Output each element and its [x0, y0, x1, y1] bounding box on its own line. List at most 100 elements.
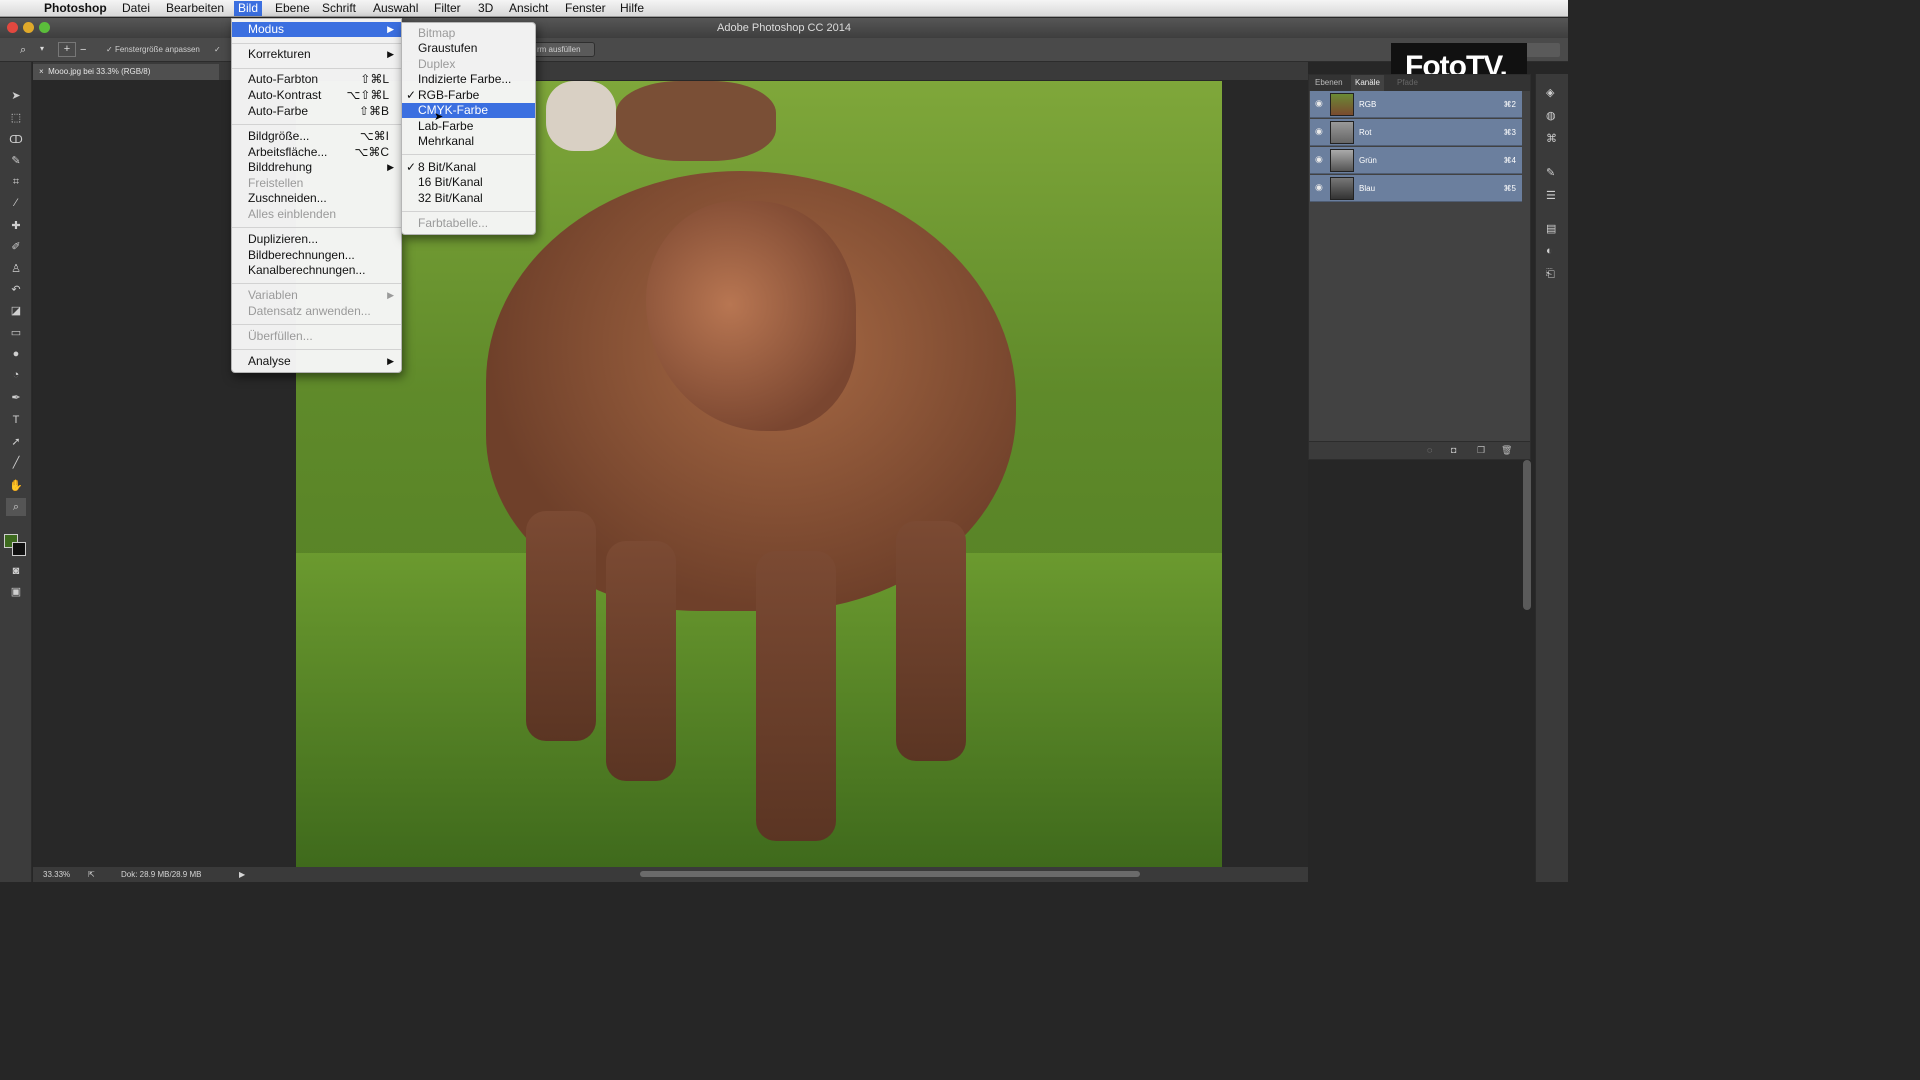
- dodge-tool-icon[interactable]: ◔: [6, 366, 26, 384]
- menu-3d[interactable]: 3D: [474, 1, 497, 16]
- panel-scrollbar[interactable]: [1523, 460, 1531, 610]
- menu-item-mehrkanal[interactable]: Mehrkanal: [402, 134, 535, 149]
- menu-auswahl[interactable]: Auswahl: [369, 1, 422, 16]
- tab-ebenen[interactable]: Ebenen: [1315, 78, 1343, 87]
- menu-hilfe[interactable]: Hilfe: [616, 1, 648, 16]
- menu-item-32-bit[interactable]: 32 Bit/Kanal: [402, 191, 535, 206]
- minimize-window-icon[interactable]: [23, 22, 34, 33]
- gradient-tool-icon[interactable]: ▭: [6, 324, 26, 342]
- crop-tool-icon[interactable]: ⌗: [6, 173, 26, 191]
- zoom-window-icon[interactable]: [39, 22, 50, 33]
- channels-icon[interactable]: ◍: [1546, 109, 1560, 123]
- layers-icon[interactable]: ◈: [1546, 86, 1560, 100]
- delete-channel-icon[interactable]: 🗑: [1501, 445, 1512, 456]
- load-selection-icon[interactable]: ◌: [1427, 445, 1432, 455]
- channel-row-rot[interactable]: ◉ Rot ⌘3: [1310, 119, 1522, 146]
- zoom-out-icon[interactable]: −: [80, 44, 86, 56]
- canvas-area[interactable]: [33, 80, 1308, 867]
- menu-item-duplizieren[interactable]: Duplizieren...: [232, 232, 401, 247]
- tool-preset-chevron-icon[interactable]: ▾: [40, 44, 44, 53]
- marquee-tool-icon[interactable]: ⬚: [6, 109, 26, 127]
- menu-item-analyse[interactable]: Analyse ▶: [232, 354, 401, 369]
- lasso-tool-icon[interactable]: ↀ: [6, 131, 26, 149]
- menu-item-cmyk-farbe[interactable]: CMYK-Farbe: [402, 103, 535, 118]
- channel-row-blau[interactable]: ◉ Blau ⌘5: [1310, 175, 1522, 202]
- quick-mask-icon[interactable]: ◙: [6, 562, 26, 580]
- fit-window-checkbox[interactable]: ✓ Fenstergröße anpassen: [106, 45, 200, 54]
- zoom-in-icon[interactable]: +: [58, 42, 76, 57]
- document-tab[interactable]: × Mooo.jpg bei 33.3% (RGB/8): [33, 64, 219, 80]
- channel-name: Rot: [1359, 128, 1372, 137]
- horizontal-scrollbar[interactable]: [640, 871, 1140, 877]
- menu-item-8-bit[interactable]: ✓ 8 Bit/Kanal: [402, 160, 535, 175]
- apple-icon[interactable]: [14, 1, 22, 16]
- zoom-tool-active-icon[interactable]: ⌕: [6, 498, 26, 516]
- menu-datei[interactable]: Datei: [118, 1, 154, 16]
- menu-item-bilddrehung[interactable]: Bilddrehung ▶: [232, 160, 401, 175]
- eyedropper-tool-icon[interactable]: ⁄: [6, 194, 26, 212]
- background-color-swatch[interactable]: [12, 542, 26, 556]
- save-selection-icon[interactable]: ◘: [1451, 445, 1456, 455]
- menu-item-arbeitsflaeche[interactable]: Arbeitsfläche... ⌥⌘C: [232, 145, 401, 160]
- eraser-tool-icon[interactable]: ◪: [6, 302, 26, 320]
- visibility-eye-icon[interactable]: ◉: [1315, 98, 1323, 109]
- quick-selection-tool-icon[interactable]: ✎: [6, 152, 26, 170]
- brush-tool-icon[interactable]: ✐: [6, 238, 26, 256]
- channel-row-rgb[interactable]: ◉ RGB ⌘2: [1310, 91, 1522, 118]
- menu-bearbeiten[interactable]: Bearbeiten: [162, 1, 228, 16]
- visibility-eye-icon[interactable]: ◉: [1315, 182, 1323, 193]
- clone-stamp-tool-icon[interactable]: ♙: [6, 260, 26, 278]
- status-menu-arrow-icon[interactable]: ▶: [239, 867, 245, 882]
- tab-kanaele[interactable]: Kanäle: [1351, 75, 1384, 91]
- properties-icon[interactable]: ▤: [1546, 222, 1560, 236]
- zoom-level[interactable]: 33.33%: [43, 867, 70, 882]
- menu-item-kanalberechnungen[interactable]: Kanalberechnungen...: [232, 263, 401, 278]
- healing-brush-tool-icon[interactable]: ✚: [6, 217, 26, 235]
- blur-tool-icon[interactable]: ●: [6, 345, 26, 363]
- menu-schrift[interactable]: Schrift: [318, 1, 360, 16]
- tab-pfade[interactable]: Pfade: [1397, 78, 1418, 87]
- menu-item-korrekturen[interactable]: Korrekturen ▶: [232, 47, 401, 62]
- menu-item-bildberechnungen[interactable]: Bildberechnungen...: [232, 248, 401, 263]
- adjustments-icon[interactable]: ☰: [1546, 189, 1560, 203]
- history-icon[interactable]: ⎗: [1546, 268, 1560, 282]
- close-window-icon[interactable]: [7, 22, 18, 33]
- history-brush-tool-icon[interactable]: ↶: [6, 281, 26, 299]
- close-tab-icon[interactable]: ×: [39, 67, 44, 76]
- color-icon[interactable]: ◐: [1546, 245, 1560, 259]
- zoom-tool-icon[interactable]: ⌕: [20, 44, 26, 57]
- screen-mode-icon[interactable]: ▣: [6, 583, 26, 601]
- move-tool-icon[interactable]: ➤: [6, 87, 26, 105]
- share-icon[interactable]: ⇱: [88, 867, 95, 882]
- menu-item-auto-kontrast[interactable]: Auto-Kontrast ⌥⇧⌘L: [232, 88, 401, 103]
- channel-row-gruen[interactable]: ◉ Grün ⌘4: [1310, 147, 1522, 174]
- menu-item-lab-farbe[interactable]: Lab-Farbe: [402, 119, 535, 134]
- type-tool-icon[interactable]: T: [6, 411, 26, 429]
- menu-item-modus[interactable]: Modus ▶: [232, 22, 401, 37]
- menu-item-16-bit[interactable]: 16 Bit/Kanal: [402, 175, 535, 190]
- fill-screen-button[interactable]: rm ausfüllen: [531, 42, 595, 57]
- hand-tool-icon[interactable]: ✋: [6, 477, 26, 495]
- brush-settings-icon[interactable]: ✎: [1546, 166, 1560, 180]
- new-channel-icon[interactable]: ❐: [1477, 445, 1485, 456]
- menu-ebene[interactable]: Ebene: [271, 1, 314, 16]
- menu-filter[interactable]: Filter: [430, 1, 465, 16]
- menu-app[interactable]: Photoshop: [40, 1, 111, 16]
- pen-tool-icon[interactable]: ✒: [6, 389, 26, 407]
- line-tool-icon[interactable]: ╱: [6, 454, 26, 472]
- paths-icon[interactable]: ⌘: [1546, 132, 1560, 146]
- menu-bild[interactable]: Bild: [234, 1, 263, 16]
- menu-item-auto-farbton[interactable]: Auto-Farbton ⇧⌘L: [232, 72, 401, 87]
- menu-fenster[interactable]: Fenster: [561, 1, 610, 16]
- menu-item-indizierte-farbe[interactable]: Indizierte Farbe...: [402, 72, 535, 87]
- menu-item-graustufen[interactable]: Graustufen: [402, 41, 535, 56]
- menu-item-rgb-farbe[interactable]: ✓ RGB-Farbe: [402, 88, 535, 103]
- menu-item-auto-farbe[interactable]: Auto-Farbe ⇧⌘B: [232, 104, 401, 119]
- menu-item-zuschneiden[interactable]: Zuschneiden...: [232, 191, 401, 206]
- option-checkbox[interactable]: ✓: [214, 45, 221, 54]
- menu-item-bildgroesse[interactable]: Bildgröße... ⌥⌘I: [232, 129, 401, 144]
- menu-ansicht[interactable]: Ansicht: [505, 1, 552, 16]
- visibility-eye-icon[interactable]: ◉: [1315, 154, 1323, 165]
- path-selection-tool-icon[interactable]: ➚: [6, 433, 26, 451]
- visibility-eye-icon[interactable]: ◉: [1315, 126, 1323, 137]
